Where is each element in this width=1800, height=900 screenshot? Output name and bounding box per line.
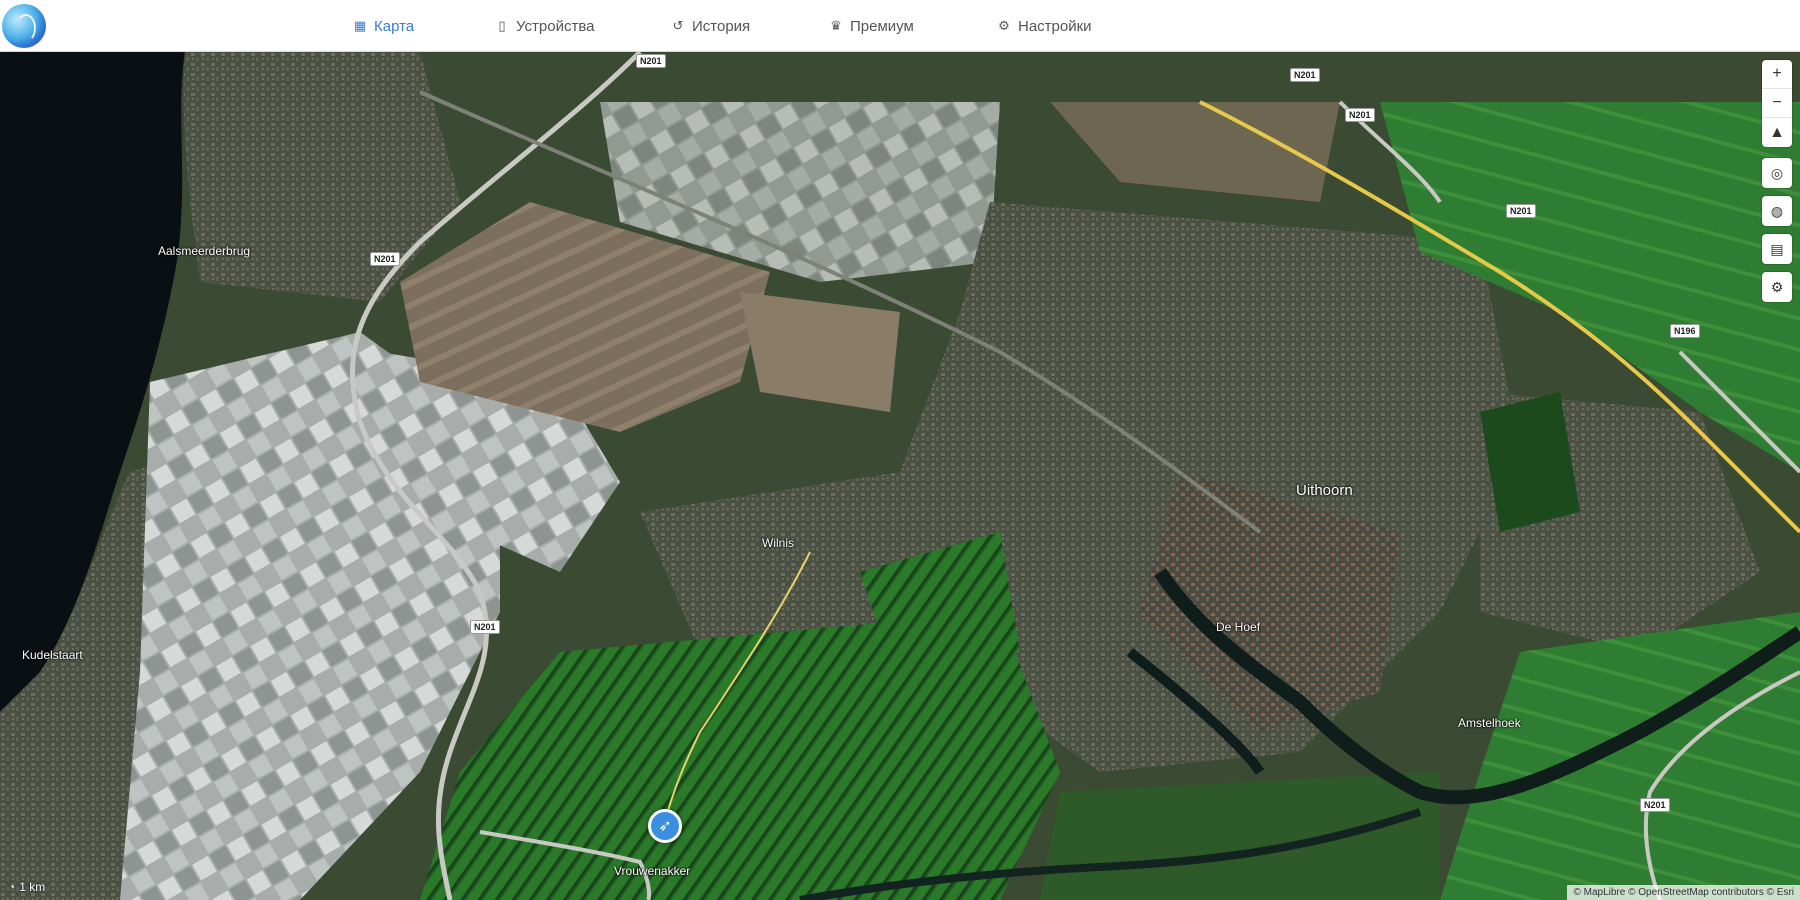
- road-shield: N196: [1670, 324, 1700, 338]
- place-label-aalsmeer: Aalsmeerderbrug: [158, 244, 251, 258]
- layers-icon: ▤: [1770, 240, 1784, 257]
- settings-button[interactable]: ⚙: [1762, 272, 1792, 302]
- map-imagery: [0, 52, 1800, 900]
- place-label-wilnis: Wilnis: [762, 536, 794, 550]
- satellite-map[interactable]: Uithoorn Aalsmeerderbrug Kudelstaart Ams…: [0, 52, 1800, 900]
- place-label-kudelstaart: Kudelstaart: [22, 648, 83, 662]
- road-shield: N201: [1345, 108, 1375, 122]
- nav-history[interactable]: ↺ История: [670, 0, 751, 52]
- nav-map-label: Карта: [374, 17, 415, 35]
- crown-icon: ♛: [830, 18, 842, 33]
- nav-devices-label: Устройства: [516, 17, 595, 35]
- road-shield: N201: [370, 252, 400, 266]
- phone-icon: ▯: [498, 18, 506, 33]
- place-label-uithoorn: Uithoorn: [1296, 482, 1353, 499]
- nav-premium[interactable]: ♛ Премиум: [828, 0, 914, 52]
- nav-premium-label: Премиум: [850, 17, 914, 35]
- place-label-dehoef: De Hoef: [1216, 620, 1261, 634]
- layers-button[interactable]: ▤: [1762, 234, 1792, 264]
- top-navigation-bar: ▦ Карта ▯ Устройства ↺ История ♛ Премиум…: [0, 0, 1800, 52]
- device-location-marker[interactable]: ➶: [648, 809, 682, 843]
- nav-devices[interactable]: ▯ Устройства: [494, 0, 594, 52]
- zoom-out-button[interactable]: −: [1762, 89, 1792, 118]
- app-logo[interactable]: [2, 4, 46, 48]
- nav-settings-label: Настройки: [1018, 17, 1092, 35]
- compass-reset-button[interactable]: ▲: [1762, 118, 1792, 147]
- map-attribution[interactable]: © MapLibre © OpenStreetMap contributors …: [1567, 885, 1800, 900]
- gear-icon: ⚙: [1770, 278, 1784, 295]
- zoom-in-button[interactable]: +: [1762, 60, 1792, 89]
- road-shield: N201: [1640, 798, 1670, 812]
- scale-label: 1 km: [19, 880, 46, 894]
- zoom-controls: + − ▲: [1762, 60, 1792, 147]
- locate-button[interactable]: ◎: [1762, 158, 1792, 188]
- map-icon: ▦: [353, 18, 367, 33]
- place-label-vrouwenakker: Vrouwenakker: [614, 864, 691, 878]
- scale-icon: ◔: [8, 880, 16, 894]
- globe-button[interactable]: ◍: [1762, 196, 1792, 226]
- road-shield: N201: [470, 620, 500, 634]
- nav-map[interactable]: ▦ Карта: [352, 0, 414, 52]
- globe-icon: ◍: [1770, 202, 1784, 219]
- history-icon: ↺: [672, 18, 684, 33]
- target-icon: ◎: [1770, 164, 1784, 181]
- place-label-amstelhoek: Amstelhoek: [1458, 716, 1521, 730]
- arrow-icon: ➶: [658, 818, 672, 835]
- road-shield: N201: [1506, 204, 1536, 218]
- road-shield: N201: [1290, 68, 1320, 82]
- road-shield: N201: [636, 54, 666, 68]
- nav-settings[interactable]: ⚙ Настройки: [996, 0, 1092, 52]
- map-scale: ◔ 1 km: [8, 880, 45, 894]
- nav-history-label: История: [692, 17, 751, 35]
- gears-icon: ⚙: [998, 18, 1010, 33]
